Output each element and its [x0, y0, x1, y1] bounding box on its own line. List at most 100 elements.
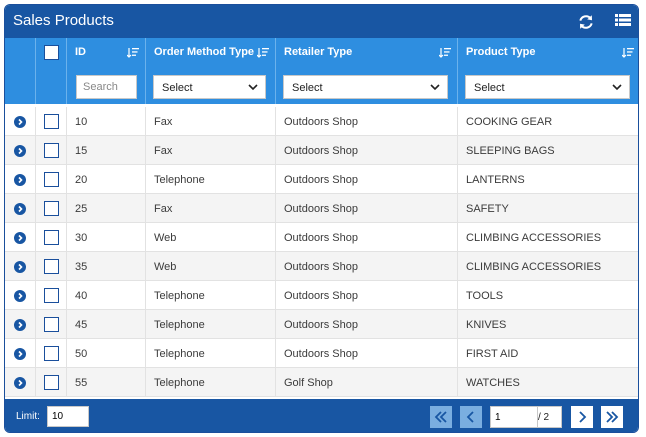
cell-product-type: SAFETY [458, 194, 638, 223]
table-row[interactable]: 25 Fax Outdoors Shop SAFETY [5, 194, 638, 223]
cell-id: 45 [67, 310, 146, 339]
select-cell [36, 194, 67, 223]
sort-icon[interactable] [622, 47, 634, 58]
cell-retailer-type: Outdoors Shop [276, 136, 458, 165]
row-checkbox[interactable] [44, 375, 59, 390]
row-checkbox[interactable] [44, 346, 59, 361]
column-header-order-method-type[interactable]: Order Method Type [146, 38, 276, 67]
expand-cell [5, 368, 36, 397]
expand-row-icon[interactable] [14, 232, 26, 244]
cell-text: SAFETY [466, 203, 509, 215]
table-row[interactable]: 35 Web Outdoors Shop CLIMBING ACCESSORIES [5, 252, 638, 281]
cell-product-type: SLEEPING BAGS [458, 136, 638, 165]
sort-icon[interactable] [257, 47, 269, 58]
cell-text: Outdoors Shop [284, 203, 358, 215]
chevron-left-icon [466, 411, 474, 423]
id-search-input[interactable] [76, 75, 137, 99]
table-row[interactable]: 15 Fax Outdoors Shop SLEEPING BAGS [5, 136, 638, 165]
select-cell [36, 368, 67, 397]
expand-row-icon[interactable] [14, 290, 26, 302]
cell-order-method-type: Telephone [146, 310, 276, 339]
select-all-checkbox[interactable] [44, 45, 59, 60]
first-page-button[interactable] [430, 406, 452, 428]
cell-id: 40 [67, 281, 146, 310]
row-checkbox[interactable] [44, 288, 59, 303]
last-page-button[interactable] [601, 406, 623, 428]
cell-text: 25 [75, 203, 88, 215]
row-checkbox[interactable] [44, 172, 59, 187]
expand-row-icon[interactable] [14, 145, 26, 157]
refresh-icon[interactable] [577, 13, 595, 31]
limit-label: Limit: [16, 411, 40, 422]
product-type-select[interactable]: Select [465, 75, 630, 99]
column-header-label: Product Type [466, 46, 536, 58]
row-checkbox[interactable] [44, 114, 59, 129]
column-header-label: Retailer Type [284, 46, 353, 58]
cell-retailer-type: Outdoors Shop [276, 107, 458, 136]
table-row[interactable]: 40 Telephone Outdoors Shop TOOLS [5, 281, 638, 310]
next-page-button[interactable] [571, 406, 593, 428]
select-cell [36, 136, 67, 165]
cell-retailer-type: Outdoors Shop [276, 339, 458, 368]
cell-order-method-type: Telephone [146, 339, 276, 368]
row-checkbox[interactable] [44, 259, 59, 274]
chevron-down-icon [430, 84, 440, 91]
cell-id: 50 [67, 339, 146, 368]
expand-row-icon[interactable] [14, 319, 26, 331]
limit-input[interactable] [47, 406, 89, 427]
retailer-type-select[interactable]: Select [283, 75, 448, 99]
cell-text: 10 [75, 116, 88, 128]
cell-text: 15 [75, 145, 88, 157]
row-checkbox[interactable] [44, 317, 59, 332]
cell-text: Telephone [154, 348, 205, 360]
order-method-type-select[interactable]: Select [153, 75, 266, 99]
cell-id: 30 [67, 223, 146, 252]
total-pages-label: / 2 [538, 406, 562, 428]
table-row[interactable]: 55 Telephone Golf Shop WATCHES [5, 368, 638, 397]
expand-row-icon[interactable] [14, 116, 26, 128]
filter-cell-retailer-type: Select [276, 67, 458, 104]
column-header-product-type[interactable]: Product Type [458, 38, 638, 67]
row-checkbox[interactable] [44, 143, 59, 158]
cell-text: Fax [154, 116, 173, 128]
cell-order-method-type: Web [146, 252, 276, 281]
cell-text: Golf Shop [284, 377, 333, 389]
expand-row-icon[interactable] [14, 261, 26, 273]
filter-cell-empty [5, 67, 36, 104]
expand-row-icon[interactable] [14, 174, 26, 186]
cell-text: Fax [154, 203, 173, 215]
cell-order-method-type: Web [146, 223, 276, 252]
cell-product-type: CLIMBING ACCESSORIES [458, 252, 638, 281]
select-cell [36, 107, 67, 136]
grid-menu-icon[interactable] [615, 13, 633, 31]
table-row[interactable]: 45 Telephone Outdoors Shop KNIVES [5, 310, 638, 339]
filter-cell-product-type: Select [458, 67, 638, 104]
table-row[interactable]: 50 Telephone Outdoors Shop FIRST AID [5, 339, 638, 368]
column-header-id[interactable]: ID [67, 38, 146, 67]
select-cell [36, 281, 67, 310]
cell-text: Outdoors Shop [284, 319, 358, 331]
cell-product-type: TOOLS [458, 281, 638, 310]
cell-id: 20 [67, 165, 146, 194]
table-row[interactable]: 10 Fax Outdoors Shop COOKING GEAR [5, 107, 638, 136]
sort-icon[interactable] [439, 47, 451, 58]
expand-row-icon[interactable] [14, 377, 26, 389]
expand-row-icon[interactable] [14, 348, 26, 360]
previous-page-button[interactable] [460, 406, 482, 428]
sort-icon[interactable] [127, 47, 139, 58]
cell-retailer-type: Outdoors Shop [276, 223, 458, 252]
expand-column-header [5, 38, 36, 67]
table-row[interactable]: 30 Web Outdoors Shop CLIMBING ACCESSORIES [5, 223, 638, 252]
row-checkbox[interactable] [44, 230, 59, 245]
column-header-retailer-type[interactable]: Retailer Type [276, 38, 458, 67]
table-body: 10 Fax Outdoors Shop COOKING GEAR 15 Fax Outdo… [5, 107, 638, 397]
cell-id: 35 [67, 252, 146, 281]
expand-row-icon[interactable] [14, 203, 26, 215]
cell-text: Outdoors Shop [284, 348, 358, 360]
cell-text: TOOLS [466, 290, 504, 302]
column-header-row: ID Order Method Type Retailer Type Produ… [5, 38, 638, 67]
page-number-input[interactable] [490, 406, 538, 428]
row-checkbox[interactable] [44, 201, 59, 216]
table-row[interactable]: 20 Telephone Outdoors Shop LANTERNS [5, 165, 638, 194]
cell-id: 15 [67, 136, 146, 165]
